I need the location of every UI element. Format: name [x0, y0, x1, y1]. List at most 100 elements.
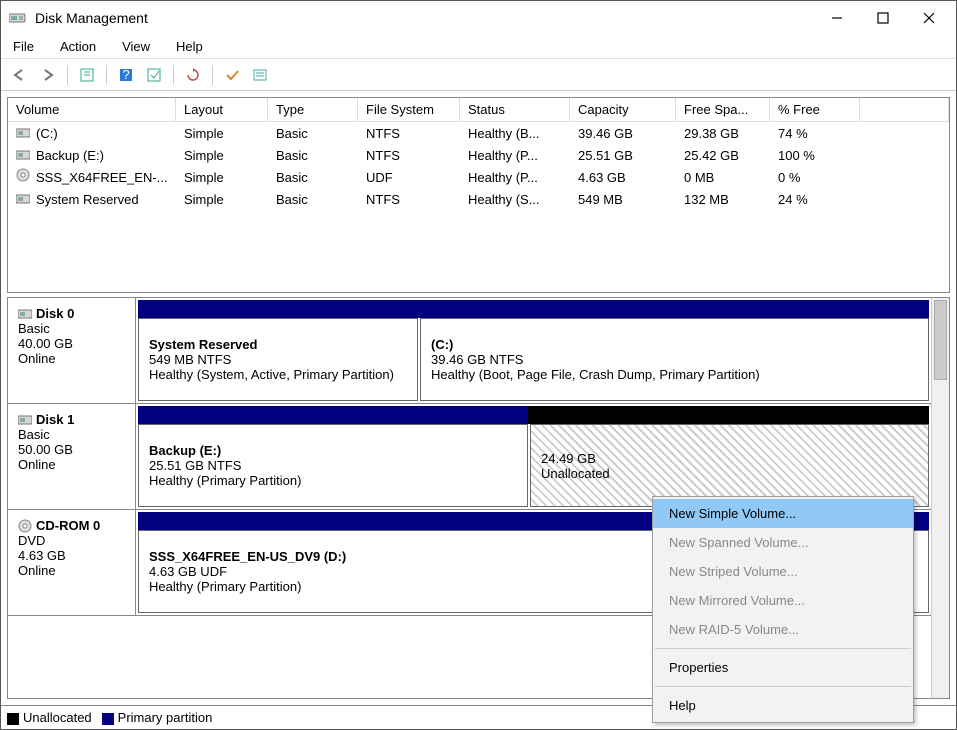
window-title: Disk Management	[35, 10, 814, 26]
window-controls	[814, 3, 952, 33]
col-volume[interactable]: Volume	[8, 98, 176, 121]
col-layout[interactable]: Layout	[176, 98, 268, 121]
volume-layout: Simple	[176, 122, 268, 145]
ctx-properties[interactable]: Properties	[653, 653, 913, 682]
partition[interactable]: (C:)39.46 GB NTFSHealthy (Boot, Page Fil…	[420, 318, 929, 401]
col-type[interactable]: Type	[268, 98, 358, 121]
disk-row: Disk 0Basic40.00 GBOnlineSystem Reserved…	[8, 298, 931, 404]
minimize-button[interactable]	[814, 3, 860, 33]
partition[interactable]: System Reserved549 MB NTFSHealthy (Syste…	[138, 318, 418, 401]
refresh-icon[interactable]	[182, 64, 204, 86]
volume-row[interactable]: SSS_X64FREE_EN-... SimpleBasicUDFHealthy …	[8, 166, 949, 188]
partition-size: 24.49 GB	[541, 451, 918, 466]
volume-pct: 74 %	[770, 122, 860, 145]
volume-row[interactable]: (C:)SimpleBasicNTFSHealthy (B...39.46 GB…	[8, 122, 949, 144]
dvd-icon	[18, 519, 32, 533]
legend-unallocated: Unallocated	[23, 710, 92, 725]
disk-type: Basic	[18, 427, 125, 442]
titlebar: Disk Management	[1, 1, 956, 35]
volume-fs: NTFS	[358, 188, 460, 211]
volume-row[interactable]: System ReservedSimpleBasicNTFSHealthy (S…	[8, 188, 949, 210]
volume-pct: 0 %	[770, 166, 860, 189]
partition-status: Unallocated	[541, 466, 918, 481]
disk-type: Basic	[18, 321, 125, 336]
hdd-icon	[16, 149, 32, 161]
maximize-button[interactable]	[860, 3, 906, 33]
volume-fs: UDF	[358, 166, 460, 189]
disk-info[interactable]: CD-ROM 0DVD4.63 GBOnline	[8, 510, 136, 615]
volume-pct: 24 %	[770, 188, 860, 211]
col-filesystem[interactable]: File System	[358, 98, 460, 121]
partition-status: Healthy (Boot, Page File, Crash Dump, Pr…	[431, 367, 918, 382]
ctx-separator	[655, 648, 911, 649]
volume-row[interactable]: Backup (E:)SimpleBasicNTFSHealthy (P...2…	[8, 144, 949, 166]
hdd-icon	[16, 127, 32, 139]
menu-file[interactable]: File	[9, 37, 38, 56]
ctx-new-mirrored-volume: New Mirrored Volume...	[653, 586, 913, 615]
volume-type: Basic	[268, 166, 358, 189]
volume-list-header: Volume Layout Type File System Status Ca…	[8, 98, 949, 122]
menubar: File Action View Help	[1, 35, 956, 59]
swatch-unallocated	[7, 713, 19, 725]
partition[interactable]: Backup (E:)25.51 GB NTFSHealthy (Primary…	[138, 424, 528, 507]
disk-status: Online	[18, 351, 125, 366]
volume-name: (C:)	[36, 126, 58, 141]
hdd-icon	[16, 193, 32, 205]
disk-row: Disk 1Basic50.00 GBOnlineBackup (E:)25.5…	[8, 404, 931, 510]
volume-name: SSS_X64FREE_EN-...	[36, 170, 168, 185]
menu-help[interactable]: Help	[172, 37, 207, 56]
volume-type: Basic	[268, 188, 358, 211]
scrollbar[interactable]	[931, 298, 949, 698]
swatch-primary	[102, 713, 114, 725]
disk-name: Disk 1	[36, 412, 74, 427]
hdd-icon	[18, 309, 32, 319]
partition-size: 39.46 GB NTFS	[431, 352, 918, 367]
ctx-new-spanned-volume: New Spanned Volume...	[653, 528, 913, 557]
partition-size: 549 MB NTFS	[149, 352, 407, 367]
ctx-new-striped-volume: New Striped Volume...	[653, 557, 913, 586]
volume-status: Healthy (P...	[460, 144, 570, 167]
forward-button[interactable]	[37, 64, 59, 86]
volume-capacity: 25.51 GB	[570, 144, 676, 167]
ctx-separator	[655, 686, 911, 687]
list-icon[interactable]	[249, 64, 271, 86]
app-icon	[9, 11, 27, 25]
help-icon[interactable]: ?	[115, 64, 137, 86]
volume-status: Healthy (B...	[460, 122, 570, 145]
volume-layout: Simple	[176, 166, 268, 189]
partition-name: (C:)	[431, 337, 918, 352]
scrollbar-thumb[interactable]	[934, 300, 947, 380]
disk-size: 4.63 GB	[18, 548, 125, 563]
unallocated-space[interactable]: 24.49 GBUnallocated	[530, 424, 929, 507]
back-button[interactable]	[9, 64, 31, 86]
volume-free: 29.38 GB	[676, 122, 770, 145]
col-capacity[interactable]: Capacity	[570, 98, 676, 121]
menu-view[interactable]: View	[118, 37, 154, 56]
volume-capacity: 39.46 GB	[570, 122, 676, 145]
volume-fs: NTFS	[358, 144, 460, 167]
partition-name: Backup (E:)	[149, 443, 517, 458]
col-status[interactable]: Status	[460, 98, 570, 121]
legend-primary: Primary partition	[118, 710, 213, 725]
volume-status: Healthy (P...	[460, 166, 570, 189]
disk-size: 50.00 GB	[18, 442, 125, 457]
disk-status: Online	[18, 457, 125, 472]
volume-free: 132 MB	[676, 188, 770, 211]
disk-type: DVD	[18, 533, 125, 548]
ctx-new-simple-volume[interactable]: New Simple Volume...	[653, 499, 913, 528]
disk-info[interactable]: Disk 0Basic40.00 GBOnline	[8, 298, 136, 403]
volume-pct: 100 %	[770, 144, 860, 167]
action-icon[interactable]	[143, 64, 165, 86]
properties-icon[interactable]	[76, 64, 98, 86]
volume-list: Volume Layout Type File System Status Ca…	[7, 97, 950, 293]
col-free[interactable]: Free Spa...	[676, 98, 770, 121]
disk-info[interactable]: Disk 1Basic50.00 GBOnline	[8, 404, 136, 509]
volume-free: 25.42 GB	[676, 144, 770, 167]
ctx-help[interactable]: Help	[653, 691, 913, 720]
col-pct[interactable]: % Free	[770, 98, 860, 121]
close-button[interactable]	[906, 3, 952, 33]
menu-action[interactable]: Action	[56, 37, 100, 56]
partition-name: System Reserved	[149, 337, 407, 352]
volume-capacity: 4.63 GB	[570, 166, 676, 189]
check-icon[interactable]	[221, 64, 243, 86]
